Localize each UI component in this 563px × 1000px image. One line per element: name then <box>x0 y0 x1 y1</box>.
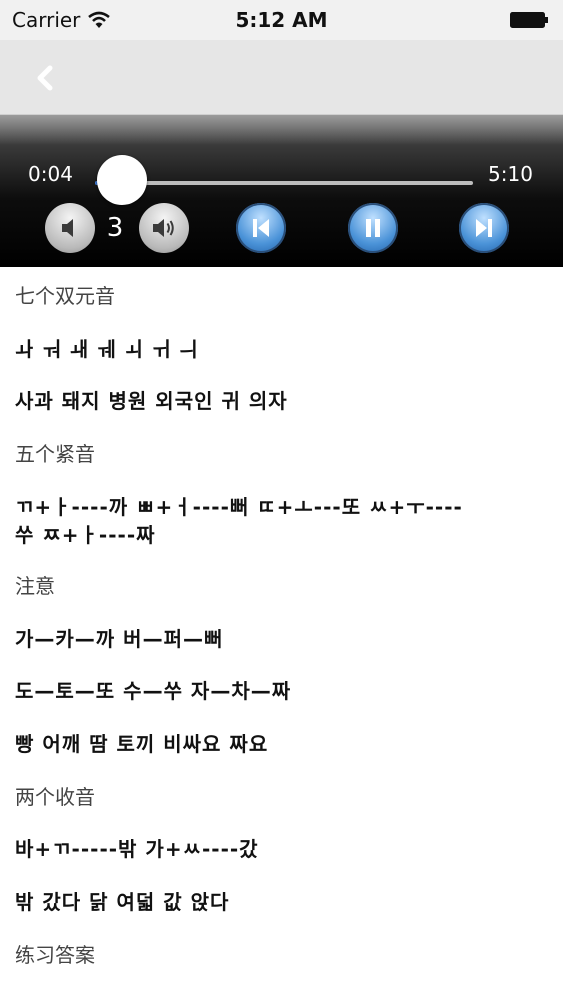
navigation-bar <box>0 40 563 115</box>
lesson-line: 도—토—또 수—쑤 자—차—짜 <box>15 679 292 703</box>
lesson-line: ㅘ ㅝ ㅙ ㅞ ㅚ ㅟ ㅢ <box>15 337 199 361</box>
section-heading: 注意 <box>15 574 55 598</box>
total-time: 5:10 <box>488 162 533 186</box>
status-bar: Carrier 5:12 AM <box>0 0 563 40</box>
volume-down-button[interactable] <box>45 203 95 253</box>
previous-track-button[interactable] <box>236 203 286 253</box>
section-heading: 练习答案 <box>15 943 95 967</box>
section-heading: 五个紧音 <box>15 442 95 466</box>
chevron-left-icon[interactable] <box>30 60 62 96</box>
next-track-button[interactable] <box>459 203 509 253</box>
pause-button[interactable] <box>348 203 398 253</box>
audio-player: 0:04 5:10 3 <box>0 115 563 267</box>
volume-up-button[interactable] <box>139 203 189 253</box>
lesson-line: 빵 어깨 땀 토끼 비싸요 짜요 <box>15 732 269 756</box>
volume-level: 3 <box>106 213 124 243</box>
battery-icon <box>510 12 548 28</box>
progress-slider[interactable] <box>95 181 473 185</box>
lesson-line: 가—카—까 버—퍼—뻐 <box>15 627 224 651</box>
lesson-line: 쑤 ㅉ+ㅏ----짜 <box>15 523 156 547</box>
progress-knob[interactable] <box>97 155 147 205</box>
lesson-line: 밖 갔다 닭 여덟 값 앉다 <box>15 890 230 914</box>
elapsed-time: 0:04 <box>28 162 73 186</box>
status-time: 5:12 AM <box>235 8 328 32</box>
section-heading: 两个收音 <box>15 785 95 809</box>
player-gloss <box>0 115 563 145</box>
section-heading: 七个双元音 <box>15 284 115 308</box>
speaker-low-icon <box>62 219 73 237</box>
pause-icon <box>366 219 380 237</box>
speaker-high-icon <box>153 219 174 237</box>
skip-previous-icon <box>253 219 269 237</box>
lesson-line: 사과 돼지 병원 외국인 귀 의자 <box>15 389 288 413</box>
skip-next-icon <box>476 219 492 237</box>
lesson-line: ㄲ+ㅏ----까 ㅃ+ㅓ----뻐 ㄸ+ㅗ---또 ㅆ+ㅜ---- <box>15 495 463 519</box>
lesson-line: 바+ㄲ-----밖 가+ㅆ----갔 <box>15 837 259 861</box>
